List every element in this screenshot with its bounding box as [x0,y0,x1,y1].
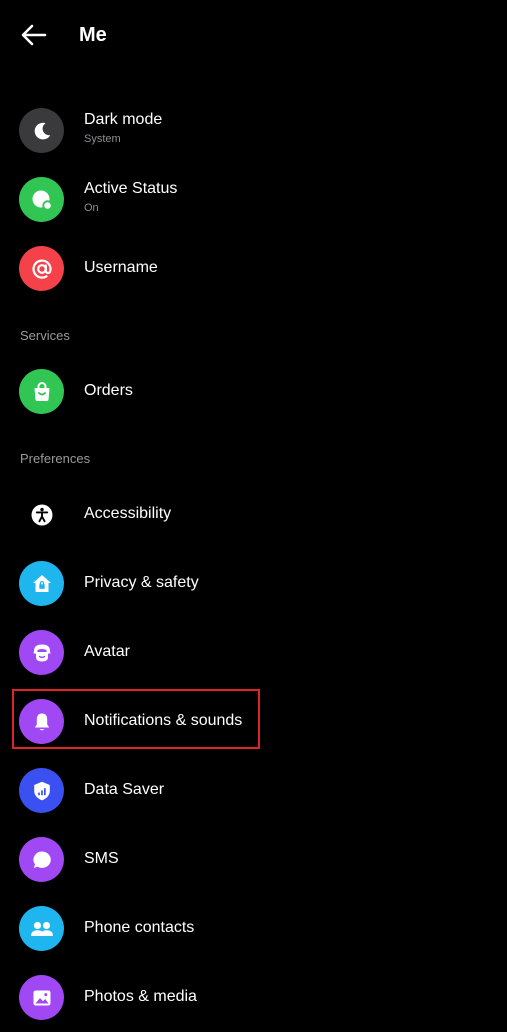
settings-item-orders[interactable]: Orders [0,357,507,426]
at-sign-icon [19,246,64,291]
settings-item-data-saver[interactable]: Data Saver [0,756,507,825]
active-status-icon [19,177,64,222]
avatar-face-icon [19,630,64,675]
people-icon [19,906,64,951]
settings-item-sublabel: System [84,133,121,145]
settings-item-dark-mode[interactable]: Dark mode System [0,96,507,165]
settings-item-sms[interactable]: SMS [0,825,507,894]
settings-item-label: Data Saver [84,781,165,798]
settings-item-photos-media[interactable]: Photos & media [0,963,507,1032]
section-header-services: Services [20,328,70,343]
settings-item-active-status[interactable]: Active Status On [0,165,507,234]
back-button[interactable] [14,16,54,54]
settings-item-label: Phone contacts [84,919,195,936]
image-icon [19,975,64,1020]
settings-item-username[interactable]: Username [0,234,507,303]
settings-item-label: SMS [84,850,119,867]
shield-signal-icon [19,768,64,813]
settings-item-label: Active Status [84,180,178,197]
privacy-house-icon [19,561,64,606]
settings-item-label: Privacy & safety [84,574,199,591]
settings-item-label: Photos & media [84,988,197,1005]
highlight-box [12,689,260,749]
accessibility-icon [19,492,64,537]
settings-item-privacy-safety[interactable]: Privacy & safety [0,549,507,618]
page-title: Me [79,24,107,46]
settings-item-phone-contacts[interactable]: Phone contacts [0,894,507,963]
settings-item-label: Username [84,259,158,276]
header: Me [0,0,507,70]
settings-item-accessibility[interactable]: Accessibility [0,480,507,549]
settings-item-label: Dark mode [84,111,163,128]
arrow-left-icon [21,24,47,46]
settings-item-label: Orders [84,382,133,399]
settings-item-sublabel: On [84,202,99,214]
moon-icon [19,108,64,153]
settings-item-label: Avatar [84,643,130,660]
shopping-bag-icon [19,369,64,414]
section-header-preferences: Preferences [20,451,91,466]
settings-item-label: Accessibility [84,505,172,522]
chat-bubble-icon [19,837,64,882]
settings-item-avatar[interactable]: Avatar [0,618,507,687]
